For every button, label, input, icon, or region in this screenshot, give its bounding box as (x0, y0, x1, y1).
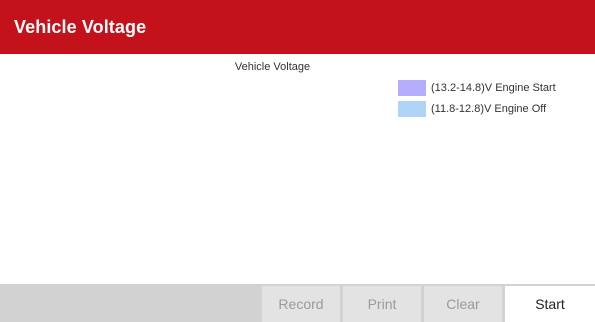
start-button[interactable]: Start (505, 286, 595, 322)
legend-swatch-engine-start (398, 79, 426, 96)
legend-item-engine-start: (13.2-14.8)V Engine Start (398, 79, 556, 96)
legend-item-engine-off: (11.8-12.8)V Engine Off (398, 100, 556, 117)
record-button[interactable]: Record (262, 286, 340, 322)
legend-label-engine-start: (13.2-14.8)V Engine Start (431, 81, 556, 94)
chart-title: Vehicle Voltage (234, 61, 311, 73)
page-title: Vehicle Voltage (14, 17, 147, 37)
vehicle-voltage-screen: Vehicle Voltage Vehicle Voltage (13.2-14… (0, 0, 595, 322)
legend-swatch-engine-off (398, 100, 426, 117)
chart-legend: (13.2-14.8)V Engine Start (11.8-12.8)V E… (398, 79, 556, 121)
print-button[interactable]: Print (343, 286, 421, 322)
bottom-toolbar: Record Print Clear Start (0, 284, 595, 322)
legend-label-engine-off: (11.8-12.8)V Engine Off (431, 102, 547, 115)
title-bar: Vehicle Voltage (0, 0, 595, 54)
chart-area: Vehicle Voltage (13.2-14.8)V Engine Star… (0, 54, 595, 284)
clear-button[interactable]: Clear (424, 286, 502, 322)
